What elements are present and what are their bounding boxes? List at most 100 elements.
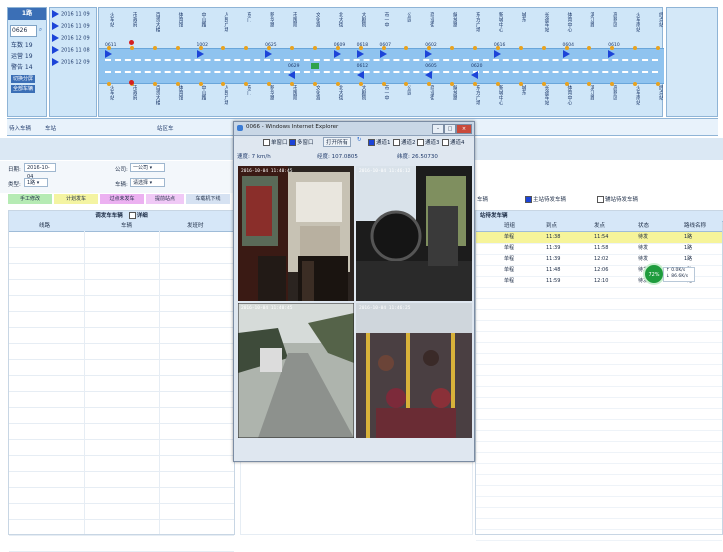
- bus-icon[interactable]: [471, 71, 478, 79]
- time-row[interactable]: 2016 11 09: [52, 22, 90, 30]
- station-marker[interactable]: [175, 46, 180, 50]
- bus-icon[interactable]: [379, 50, 387, 58]
- station-marker[interactable]: [541, 82, 546, 86]
- open-all-button[interactable]: 打开所有: [323, 137, 352, 147]
- table-row[interactable]: [9, 487, 234, 504]
- bus-icon[interactable]: [562, 50, 570, 58]
- minimize-button[interactable]: –: [432, 124, 444, 134]
- station-marker[interactable]: [656, 82, 660, 86]
- bus-icon[interactable]: [608, 50, 616, 58]
- multi-window-option[interactable]: 多窗口: [289, 138, 314, 146]
- station-marker[interactable]: [473, 82, 477, 86]
- camera-feed-4[interactable]: 2016-10-04 11:46:25: [356, 303, 472, 438]
- main-station-filter[interactable]: 主站待发车辆: [525, 195, 566, 203]
- station-marker[interactable]: [381, 82, 386, 86]
- maximize-button[interactable]: □: [444, 124, 456, 134]
- alarm-marker[interactable]: [128, 40, 134, 45]
- station-marker[interactable]: [495, 82, 500, 86]
- station-marker[interactable]: [290, 82, 294, 86]
- station-marker[interactable]: [312, 46, 317, 50]
- line-select[interactable]: 0626: [10, 25, 37, 37]
- switch-screen-button[interactable]: 切换分屏: [11, 75, 35, 83]
- type-select[interactable]: 1路 ▾: [24, 178, 48, 187]
- table-row[interactable]: [9, 263, 234, 280]
- date-field[interactable]: 2016-10-04: [24, 163, 56, 180]
- station-marker[interactable]: [312, 82, 317, 86]
- bus-icon[interactable]: [493, 50, 501, 58]
- station-marker[interactable]: [335, 82, 340, 86]
- station-marker[interactable]: [656, 46, 660, 50]
- table-row[interactable]: [9, 423, 234, 440]
- window-titlebar[interactable]: 0066 - Windows Internet Explorer – □ ×: [234, 122, 474, 136]
- table-row[interactable]: [9, 279, 234, 296]
- time-row[interactable]: 2016 11 09: [52, 10, 90, 18]
- table-row[interactable]: [9, 391, 234, 408]
- station-marker[interactable]: [152, 82, 157, 86]
- vehicle-select[interactable]: 请选择 ▾: [130, 178, 165, 187]
- table-row[interactable]: [9, 535, 234, 552]
- camera-feed-1[interactable]: 2016-10-04 11:40:45: [238, 166, 354, 301]
- alarm-marker[interactable]: [128, 80, 134, 85]
- station-marker[interactable]: [358, 82, 363, 86]
- aux-station-filter[interactable]: 辅站待发车辆: [597, 195, 638, 203]
- bus-icon[interactable]: [356, 50, 364, 58]
- single-window-option[interactable]: 单窗口: [263, 138, 288, 146]
- station-marker[interactable]: [129, 46, 134, 50]
- detail-checkbox[interactable]: [128, 212, 136, 219]
- channel-3[interactable]: 通道3: [417, 138, 440, 146]
- bus-icon[interactable]: [425, 50, 433, 58]
- close-button[interactable]: ×: [456, 124, 472, 134]
- table-row[interactable]: [9, 503, 234, 520]
- video-window[interactable]: 0066 - Windows Internet Explorer – □ × 单…: [233, 121, 475, 462]
- camera-feed-3[interactable]: 2016-10-04 11:40:45: [238, 303, 354, 438]
- station-marker[interactable]: [198, 82, 203, 86]
- table-row[interactable]: [9, 359, 234, 376]
- multi-window-checkbox[interactable]: [289, 139, 296, 146]
- all-vehicles-button[interactable]: 全部车辆: [11, 85, 35, 93]
- station-marker[interactable]: [473, 46, 477, 50]
- company-select[interactable]: 一公司 ▾: [130, 163, 165, 172]
- table-row[interactable]: [9, 407, 234, 424]
- channel-1-checkbox[interactable]: [368, 139, 375, 146]
- station-marker[interactable]: [564, 82, 569, 86]
- bus-icon[interactable]: [356, 71, 364, 79]
- bus-icon[interactable]: [288, 71, 295, 79]
- channel-1[interactable]: 通道1: [368, 138, 391, 146]
- channel-3-checkbox[interactable]: [417, 139, 424, 146]
- table-row[interactable]: [9, 471, 234, 488]
- station-marker[interactable]: [107, 82, 111, 86]
- table-row[interactable]: [9, 439, 234, 456]
- refresh-icon[interactable]: ↻: [357, 137, 362, 143]
- table-row[interactable]: [9, 231, 234, 248]
- main-station-checkbox[interactable]: [525, 196, 532, 203]
- table-row[interactable]: [9, 295, 234, 312]
- channel-4[interactable]: 通道4: [442, 138, 465, 146]
- single-window-checkbox[interactable]: [263, 139, 270, 146]
- bus-icon[interactable]: [425, 71, 433, 79]
- table-row[interactable]: [9, 311, 234, 328]
- aux-station-checkbox[interactable]: [597, 196, 604, 203]
- station-marker[interactable]: [175, 82, 180, 86]
- station-marker[interactable]: [541, 46, 546, 50]
- station-marker[interactable]: [518, 82, 523, 86]
- time-row[interactable]: 2016 12 09: [52, 34, 90, 42]
- table-row[interactable]: [9, 247, 234, 264]
- table-row[interactable]: [9, 519, 234, 536]
- station-marker[interactable]: [152, 46, 157, 50]
- table-row[interactable]: [9, 455, 234, 472]
- bus-icon[interactable]: [265, 50, 273, 58]
- station-marker[interactable]: [518, 46, 523, 50]
- channel-2[interactable]: 通道2: [393, 138, 416, 146]
- network-gauge[interactable]: 72%: [643, 263, 665, 285]
- camera-feed-2[interactable]: 2016-10-04 11:46:12: [356, 166, 472, 301]
- table-row[interactable]: [9, 375, 234, 392]
- bus-icon[interactable]: [196, 50, 204, 58]
- time-row[interactable]: 2016 12 09: [52, 58, 90, 66]
- station-marker[interactable]: [290, 46, 294, 50]
- time-row[interactable]: 2016 11 08: [52, 46, 90, 54]
- channel-2-checkbox[interactable]: [393, 139, 400, 146]
- table-row[interactable]: [9, 343, 234, 360]
- bus-icon[interactable]: [333, 50, 341, 58]
- table-row[interactable]: [9, 327, 234, 344]
- channel-4-checkbox[interactable]: [442, 139, 449, 146]
